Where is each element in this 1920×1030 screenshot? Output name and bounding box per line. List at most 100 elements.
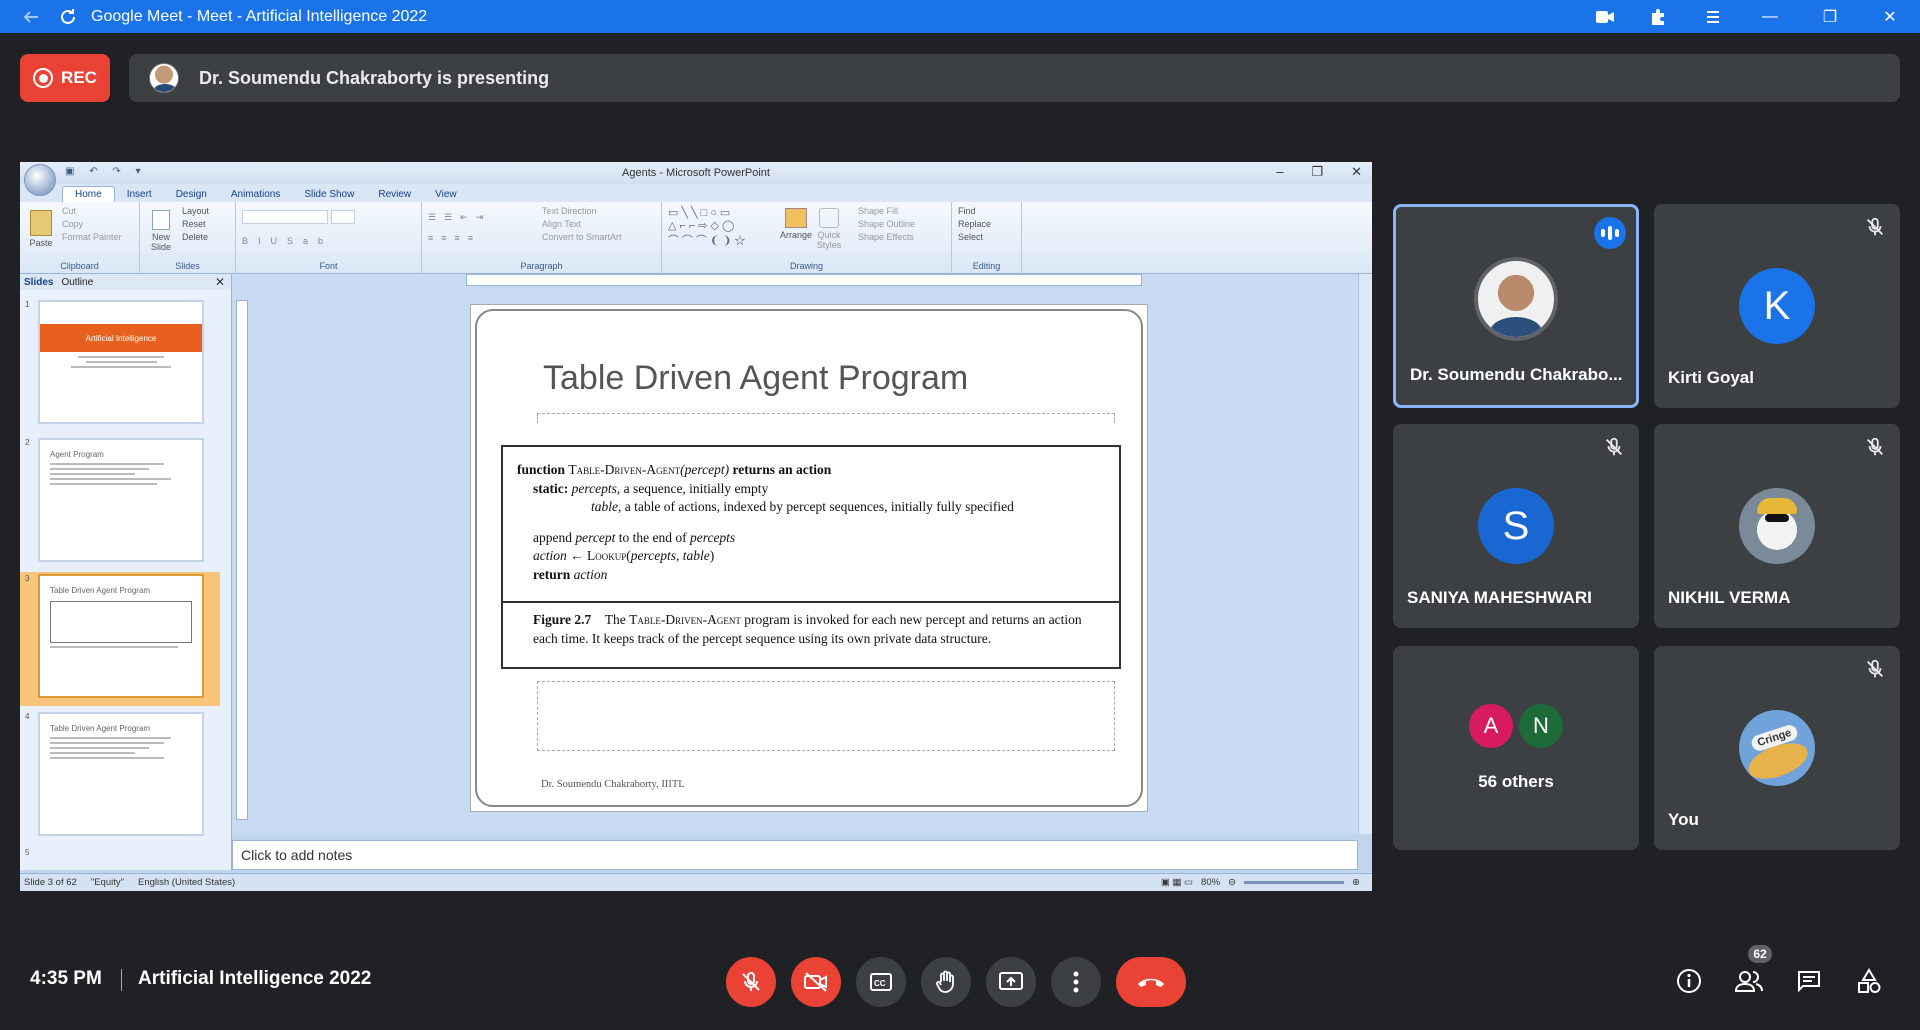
thumb-title: Artificial Intelligence <box>40 324 202 352</box>
quick-styles-button[interactable]: Quick Styles <box>814 208 844 250</box>
reload-icon[interactable] <box>57 6 79 28</box>
tab-slide-show[interactable]: Slide Show <box>292 187 366 202</box>
quick-styles-icon <box>819 208 839 228</box>
slide-title[interactable]: Table Driven Agent Program <box>543 359 968 398</box>
delete-button[interactable]: Delete <box>182 232 209 242</box>
chat-button[interactable] <box>1792 964 1826 998</box>
slide-thumbnail-5[interactable]: 5 <box>20 846 220 870</box>
ppt-restore-icon[interactable]: ❐ <box>1311 164 1323 180</box>
more-options-button[interactable] <box>1051 957 1101 1007</box>
copy-button[interactable]: Copy <box>62 219 122 229</box>
present-screen-button[interactable] <box>986 957 1036 1007</box>
font-size-select[interactable] <box>331 210 355 224</box>
maximize-button[interactable]: ❐ <box>1800 0 1860 33</box>
tab-insert[interactable]: Insert <box>115 187 164 202</box>
participant-tile-saniya[interactable]: S SANIYA MAHESHWARI <box>1393 424 1639 628</box>
tab-view[interactable]: View <box>423 187 469 202</box>
mic-toggle-button[interactable] <box>726 957 776 1007</box>
close-button[interactable]: ✕ <box>1860 0 1920 33</box>
tab-review[interactable]: Review <box>366 187 423 202</box>
menu-icon[interactable] <box>1702 6 1724 28</box>
recording-indicator[interactable]: REC <box>20 54 110 102</box>
font-format-icons[interactable]: BIUSab <box>242 236 415 246</box>
new-slide-button[interactable]: New Slide <box>146 206 176 269</box>
meeting-details-button[interactable] <box>1672 964 1706 998</box>
paste-icon <box>30 210 52 236</box>
raise-hand-button[interactable] <box>921 957 971 1007</box>
replace-button[interactable]: Replace <box>958 219 1015 229</box>
slides-group-label: Slides <box>175 261 200 271</box>
arrange-button[interactable]: Arrange <box>780 208 812 240</box>
convert-smartart-button[interactable]: Convert to SmartArt <box>542 232 622 242</box>
participant-tile-you[interactable]: Cringe You <box>1654 646 1900 850</box>
leave-call-button[interactable] <box>1116 957 1186 1007</box>
format-painter-button[interactable]: Format Painter <box>62 232 122 242</box>
shape-outline-button[interactable]: Shape Outline <box>858 219 915 229</box>
font-group: BIUSab Font <box>236 202 422 273</box>
tab-outline[interactable]: Outline <box>61 277 93 288</box>
ppt-close-icon[interactable]: ✕ <box>1351 164 1362 180</box>
view-buttons[interactable]: ▣ ▦ ▭ <box>1161 877 1193 888</box>
empty-placeholder[interactable] <box>537 681 1115 751</box>
camera-icon[interactable] <box>1594 6 1616 28</box>
close-panel-icon[interactable]: ✕ <box>215 275 225 289</box>
vertical-ruler <box>236 300 248 820</box>
tab-slides[interactable]: Slides <box>24 277 53 288</box>
horizontal-ruler <box>466 274 1142 286</box>
participant-tile-presenter[interactable]: Dr. Soumendu Chakrabo... <box>1393 204 1639 408</box>
text-direction-button[interactable]: Text Direction <box>542 206 622 216</box>
zoom-out-icon[interactable]: ⊖ <box>1228 877 1236 888</box>
extension-icon[interactable] <box>1648 6 1670 28</box>
current-slide[interactable]: Table Driven Agent Program function Tabl… <box>470 304 1148 812</box>
thumb-title: Agent Program <box>50 450 104 459</box>
layout-button[interactable]: Layout <box>182 206 209 216</box>
arrange-icon <box>785 208 808 228</box>
find-button[interactable]: Find <box>958 206 1015 216</box>
tab-animations[interactable]: Animations <box>219 187 292 202</box>
shape-fill-button[interactable]: Shape Fill <box>858 206 915 216</box>
participant-name: You <box>1668 810 1699 829</box>
slide-thumbnail-3[interactable]: 3 Table Driven Agent Program <box>20 572 220 706</box>
ppt-window-title: Agents - Microsoft PowerPoint <box>622 167 770 179</box>
participant-tile-nikhil[interactable]: NIKHIL VERMA <box>1654 424 1900 628</box>
editor-scrollbar[interactable] <box>1358 274 1372 834</box>
slide-thumbnail-2[interactable]: 2 Agent Program <box>20 436 220 570</box>
ribbon-tabs: Home Insert Design Animations Slide Show… <box>20 184 1372 202</box>
office-button-icon[interactable] <box>24 164 56 196</box>
tab-design[interactable]: Design <box>164 187 219 202</box>
participant-name: SANIYA MAHESHWARI <box>1407 588 1592 607</box>
ppt-minimize-icon[interactable]: – <box>1276 164 1283 180</box>
zoom-in-icon[interactable]: ⊕ <box>1352 877 1360 888</box>
shape-effects-button[interactable]: Shape Effects <box>858 232 915 242</box>
participant-tile-others[interactable]: A N 56 others <box>1393 646 1639 850</box>
tab-home[interactable]: Home <box>62 186 115 202</box>
font-group-label: Font <box>319 261 338 271</box>
select-button[interactable]: Select <box>958 232 1015 242</box>
slide-footer: Dr. Soumendu Chakraborty, IIITL <box>541 779 685 790</box>
presenting-text: Dr. Soumendu Chakraborty is presenting <box>199 67 550 88</box>
slides-panel-tabs: Slides Outline ✕ <box>20 274 231 290</box>
paste-button[interactable]: Paste <box>26 206 56 269</box>
slide-thumbnail-4[interactable]: 4 Table Driven Agent Program <box>20 710 220 844</box>
activities-button[interactable] <box>1852 964 1886 998</box>
editing-group: Find Replace Select Editing <box>952 202 1022 273</box>
camera-toggle-button[interactable] <box>791 957 841 1007</box>
notes-pane[interactable]: Click to add notes <box>232 840 1358 870</box>
slide-thumbnail-1[interactable]: 1 Artificial Intelligence <box>20 298 220 432</box>
cut-button[interactable]: Cut <box>62 206 122 216</box>
reset-button[interactable]: Reset <box>182 219 209 229</box>
participant-tile-kirti[interactable]: K Kirti Goyal <box>1654 204 1900 408</box>
zoom-control[interactable]: ▣ ▦ ▭ 80% ⊖ ⊕ <box>1161 877 1360 888</box>
drawing-group-label: Drawing <box>789 261 823 271</box>
mic-off-icon <box>1867 217 1883 236</box>
font-name-select[interactable] <box>242 210 328 224</box>
others-count: 56 others <box>1478 772 1554 791</box>
captions-button[interactable]: CC <box>856 957 906 1007</box>
minimize-button[interactable]: — <box>1740 0 1800 33</box>
back-arrow-icon[interactable] <box>20 6 42 28</box>
align-text-button[interactable]: Align Text <box>542 219 622 229</box>
avatar <box>1739 488 1815 564</box>
content-placeholder[interactable] <box>537 413 1115 423</box>
people-button[interactable] <box>1732 964 1766 998</box>
zoom-slider[interactable] <box>1244 881 1345 884</box>
